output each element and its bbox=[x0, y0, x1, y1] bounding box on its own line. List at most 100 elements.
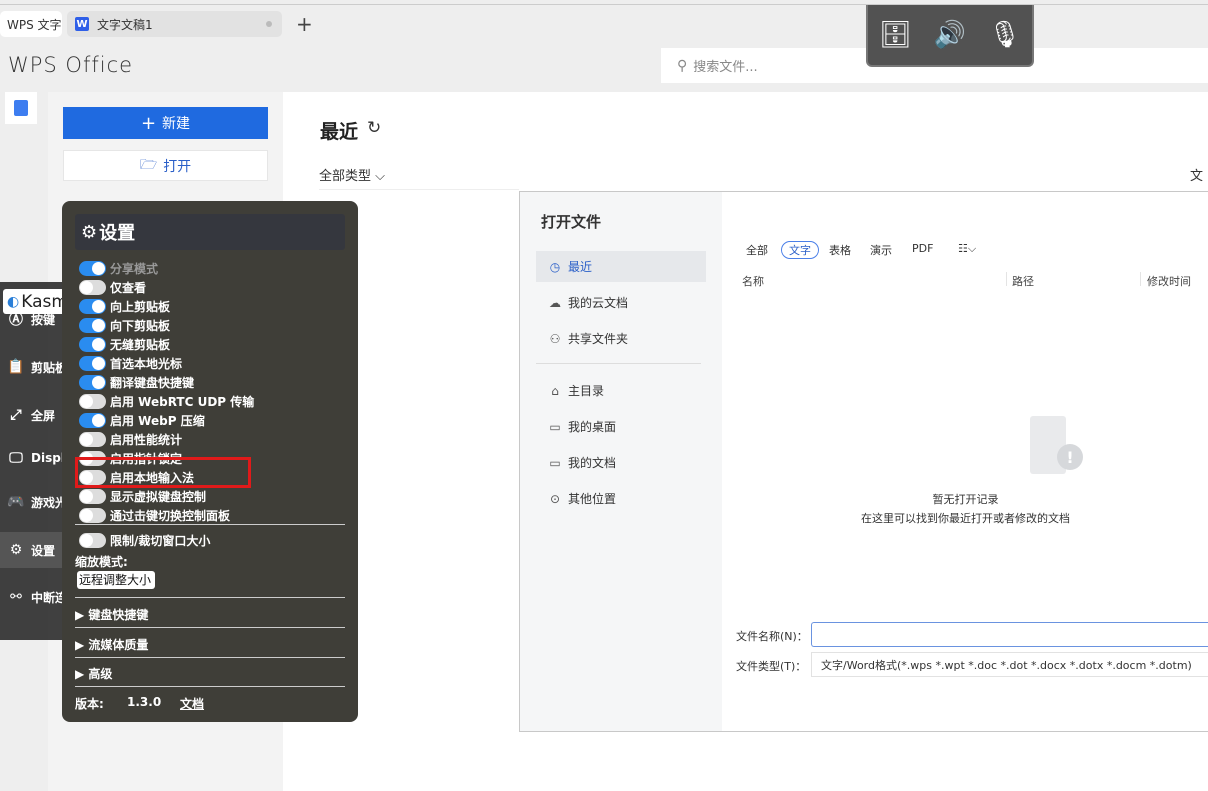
section-advanced[interactable]: ▶ 高级 bbox=[75, 665, 112, 682]
section-stream-quality[interactable]: ▶ 流媒体质量 bbox=[75, 636, 148, 653]
toggle-row-clip[interactable]: 限制/裁切窗口大小 bbox=[79, 531, 210, 549]
nav-item[interactable]: ▭ 我的文档 bbox=[536, 447, 706, 478]
section-keyboard-shortcuts[interactable]: ▶ 键盘快捷键 bbox=[75, 606, 148, 623]
scaling-mode-select[interactable]: 远程调整大小 bbox=[77, 571, 155, 589]
toggle-row[interactable]: 启用 WebRTC UDP 传输 bbox=[79, 392, 254, 410]
filter-tab[interactable]: 文字 bbox=[781, 241, 819, 259]
toggle-switch[interactable] bbox=[79, 317, 106, 333]
toggle-row[interactable]: 仅查看 bbox=[79, 278, 146, 296]
toggle-row[interactable]: 首选本地光标 bbox=[79, 354, 182, 372]
filetype-select[interactable]: 文字/Word格式(*.wps *.wpt *.doc *.dot *.docx… bbox=[811, 652, 1208, 677]
toggle-row[interactable]: 通过击键切换控制面板 bbox=[79, 506, 230, 524]
nav-item[interactable]: ▭ 我的桌面 bbox=[536, 411, 706, 442]
new-label: 新建 bbox=[162, 116, 191, 132]
filename-input[interactable] bbox=[811, 622, 1208, 647]
tab-document[interactable]: W 文字文稿1 bbox=[67, 11, 282, 37]
nav-icon: ◷ bbox=[549, 259, 561, 274]
refresh-icon[interactable]: ↻ bbox=[367, 118, 381, 138]
toggle-row[interactable]: 向上剪贴板 bbox=[79, 297, 170, 315]
kasm-item-icon: 📋 bbox=[7, 359, 25, 375]
floating-toolbar: 🗄 🔊 🎙 bbox=[866, 5, 1034, 67]
toggle-row[interactable]: 启用 WebP 压缩 bbox=[79, 411, 205, 429]
toggle-switch[interactable] bbox=[79, 507, 106, 523]
column-modified[interactable]: 修改时间 bbox=[1147, 273, 1191, 289]
filter-tab[interactable]: 全部 bbox=[746, 242, 768, 258]
empty-title: 暂无打开记录 bbox=[932, 493, 999, 506]
toggle-switch[interactable] bbox=[79, 355, 106, 371]
folder-icon: 🗁 bbox=[139, 156, 158, 173]
divider bbox=[75, 657, 345, 658]
version-value: 1.3.0 bbox=[127, 695, 162, 709]
column-separator bbox=[1140, 272, 1141, 286]
cabinet-icon[interactable]: 🗄 bbox=[879, 20, 912, 50]
toggle-switch[interactable] bbox=[79, 374, 106, 390]
toggle-label: 限制/裁切窗口大小 bbox=[110, 533, 211, 548]
kasm-item-icon: ⤢ bbox=[10, 407, 22, 423]
nav-label: 我的云文档 bbox=[568, 296, 629, 310]
column-path[interactable]: 路径 bbox=[1012, 273, 1034, 289]
tab-wps-home[interactable]: WPS 文字 bbox=[0, 11, 62, 37]
filter-tab[interactable]: PDF bbox=[912, 242, 933, 255]
plus-icon: + bbox=[140, 112, 157, 134]
settings-title: 设置 bbox=[99, 223, 136, 244]
toggle-switch[interactable] bbox=[79, 431, 106, 447]
toggle-switch[interactable] bbox=[79, 488, 106, 504]
nav-item[interactable]: ⚇ 共享文件夹 bbox=[536, 323, 706, 354]
kasm-item-label: 全屏 bbox=[31, 408, 56, 423]
kasm-item-label: 设置 bbox=[31, 543, 56, 558]
toggle-label: 启用 WebP 压缩 bbox=[110, 413, 205, 428]
filter-tab[interactable]: 演示 bbox=[870, 242, 892, 258]
wps-logo: WPS Office bbox=[8, 53, 134, 77]
nav-icon: ⚇ bbox=[549, 331, 561, 346]
filetype-value: 文字/Word格式(*.wps *.wpt *.doc *.dot *.docx… bbox=[821, 658, 1192, 672]
toggle-label: 显示虚拟键盘控制 bbox=[110, 489, 207, 504]
microphone-icon[interactable]: 🎙 bbox=[988, 20, 1021, 50]
new-button[interactable]: + 新建 bbox=[63, 107, 268, 139]
search-placeholder: 搜索文件... bbox=[693, 60, 758, 75]
toggle-label: 启用 WebRTC UDP 传输 bbox=[110, 394, 255, 409]
open-file-dialog: 打开文件 ◷ 最近 ☁ 我的云文档 ⚇ 共享文件夹 ⌂ 主目录 ▭ 我的桌面 ▭ 我的文档 ⊙ 其他位置 … bbox=[519, 191, 1208, 732]
open-button[interactable]: 🗁 打开 bbox=[63, 150, 268, 181]
toggle-row[interactable]: 启用性能统计 bbox=[79, 430, 182, 448]
new-tab-button[interactable]: + bbox=[296, 12, 313, 36]
tab-label: WPS 文字 bbox=[7, 17, 62, 32]
word-icon: W bbox=[75, 17, 89, 31]
highlight-box bbox=[75, 457, 251, 488]
nav-icon: ⌂ bbox=[551, 383, 559, 398]
divider bbox=[75, 686, 345, 687]
version-row: 版本: 1.3.0 文档 bbox=[75, 695, 204, 712]
filter-tab[interactable]: 表格 bbox=[829, 242, 851, 258]
tab-close-dot[interactable] bbox=[266, 21, 272, 27]
gear-icon: ⚙ bbox=[81, 221, 98, 243]
kasm-item-icon: 🎮 bbox=[7, 494, 25, 510]
divider bbox=[75, 597, 345, 598]
toggle-switch[interactable] bbox=[79, 279, 106, 295]
toggle-row[interactable]: 翻译键盘快捷键 bbox=[79, 373, 194, 391]
toggle-switch[interactable] bbox=[79, 298, 106, 314]
nav-item[interactable]: ◷ 最近 bbox=[536, 251, 706, 282]
toggle-switch[interactable] bbox=[79, 393, 106, 409]
toggle-switch[interactable] bbox=[79, 412, 106, 428]
toggle-row[interactable]: 分享模式 bbox=[79, 259, 158, 277]
kasm-item-label: 按键 bbox=[31, 312, 56, 327]
toggle-switch[interactable] bbox=[79, 260, 106, 276]
toggle-row[interactable]: 向下剪贴板 bbox=[79, 316, 170, 334]
nav-label: 我的桌面 bbox=[568, 420, 617, 434]
toggle-switch[interactable] bbox=[79, 532, 106, 548]
column-name[interactable]: 名称 bbox=[742, 273, 764, 289]
document-nav-icon[interactable] bbox=[5, 92, 37, 124]
nav-item[interactable]: ☁ 我的云文档 bbox=[536, 287, 706, 318]
type-filter-dropdown[interactable]: 全部类型 ⌵ bbox=[319, 165, 385, 184]
toggle-switch[interactable] bbox=[79, 336, 106, 352]
nav-item[interactable]: ⌂ 主目录 bbox=[536, 375, 706, 406]
toggle-label: 无缝剪贴板 bbox=[110, 337, 171, 352]
speaker-icon[interactable]: 🔊 bbox=[934, 20, 966, 50]
kasm-item-icon: ⚯ bbox=[10, 589, 22, 605]
toggle-row[interactable]: 无缝剪贴板 bbox=[79, 335, 170, 353]
docs-link[interactable]: 文档 bbox=[180, 695, 204, 712]
filter-tab[interactable]: ☷⌵ bbox=[958, 242, 976, 256]
search-icon: ⚲ bbox=[677, 57, 688, 74]
toggle-row[interactable]: 显示虚拟键盘控制 bbox=[79, 487, 206, 505]
divider bbox=[536, 363, 701, 364]
kasm-item-icon: Ⓐ bbox=[9, 312, 23, 328]
